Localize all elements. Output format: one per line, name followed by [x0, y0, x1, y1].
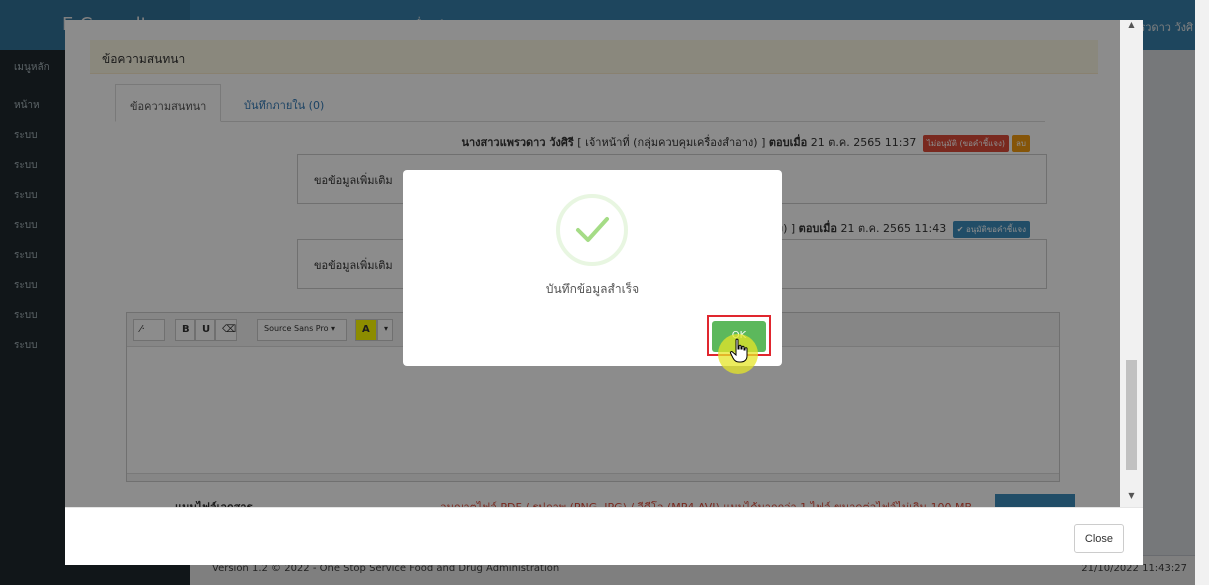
checkmark-icon — [576, 217, 609, 242]
alert-message: บันทึกข้อมูลสำเร็จ — [545, 282, 640, 296]
scroll-down-icon[interactable]: ▼ — [1120, 491, 1143, 507]
modal-footer: Close — [65, 507, 1143, 565]
close-button[interactable]: Close — [1073, 524, 1124, 553]
scrollbar-thumb[interactable] — [1126, 360, 1137, 470]
success-icon — [556, 194, 628, 266]
success-alert: บันทึกข้อมูลสำเร็จ OK — [403, 170, 782, 374]
scroll-up-icon[interactable]: ▲ — [1120, 20, 1143, 36]
page-scrollbar[interactable] — [1195, 0, 1209, 585]
modal-scrollbar[interactable]: ▲ ▼ — [1120, 20, 1143, 507]
hand-cursor-icon — [729, 338, 748, 363]
